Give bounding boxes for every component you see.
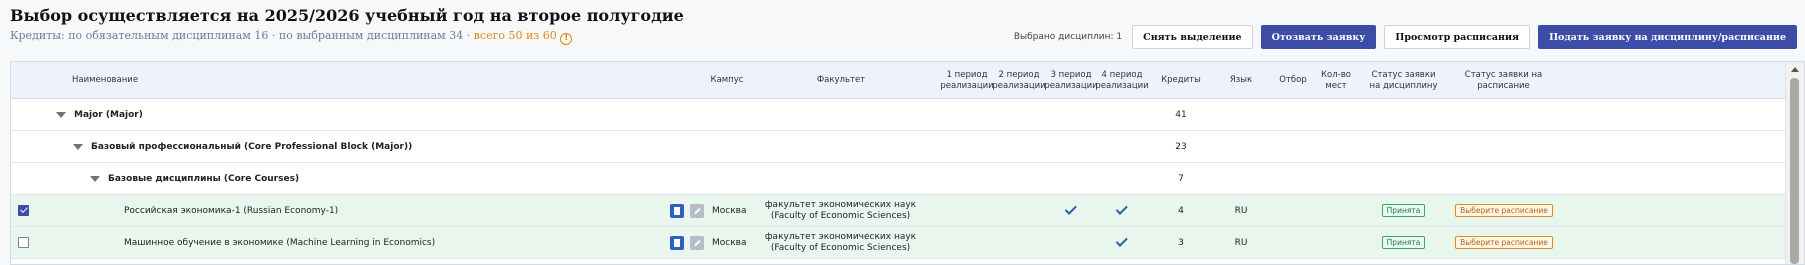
credits-total: всего 50 из 60 xyxy=(473,29,557,42)
vertical-scrollbar[interactable] xyxy=(1785,62,1804,264)
group-row[interactable]: Базовый профессиональный (Core Professio… xyxy=(11,131,1785,163)
language: RU xyxy=(1234,205,1248,216)
checkmark-icon xyxy=(1115,202,1128,215)
scroll-up-icon[interactable] xyxy=(1791,67,1799,72)
column-status-discipline[interactable]: Статус заявки на дисциплину xyxy=(1366,62,1441,99)
column-status-schedule[interactable]: Статус заявки на расписание xyxy=(1461,62,1546,99)
column-period-2[interactable]: 2 период реализации xyxy=(992,62,1045,99)
choose-schedule-badge[interactable]: Выберите расписание xyxy=(1455,236,1553,249)
status-schedule-cell: Выберите расписание xyxy=(1454,227,1554,258)
credits: 4 xyxy=(1178,205,1184,216)
submit-request-button[interactable]: Подать заявку на дисциплину/расписание xyxy=(1538,25,1797,49)
column-credits[interactable]: Кредиты xyxy=(1156,62,1206,99)
row-checkbox[interactable] xyxy=(18,205,29,216)
table-row[interactable]: Машинное обучение в экономике (Machine L… xyxy=(11,227,1785,259)
discipline-name[interactable]: Российская экономика-1 (Russian Economy-… xyxy=(124,195,338,226)
credits-text: Кредиты: по обязательным дисциплинам 16 … xyxy=(10,29,471,42)
page-header: Выбор осуществляется на 2025/2026 учебны… xyxy=(10,6,684,45)
status-badge: Принята xyxy=(1381,204,1426,217)
group-row[interactable]: Базовые дисциплины (Core Courses) 7 xyxy=(11,163,1785,195)
row-checkbox-cell xyxy=(18,195,29,226)
credits-summary: Кредиты: по обязательным дисциплинам 16 … xyxy=(10,29,684,45)
column-period-3[interactable]: 3 период реализации xyxy=(1044,62,1097,99)
caret-down-icon[interactable] xyxy=(73,143,83,150)
row-actions xyxy=(670,195,704,226)
caret-down-icon[interactable] xyxy=(56,111,66,118)
view-schedule-button[interactable]: Просмотр расписания xyxy=(1384,25,1531,49)
pin-icon[interactable] xyxy=(690,235,704,250)
group-label: Базовый профессиональный (Core Professio… xyxy=(91,141,413,152)
row-checkbox-cell xyxy=(18,227,29,258)
group-toggle[interactable]: Major (Major) xyxy=(56,99,143,130)
document-icon[interactable] xyxy=(670,203,684,218)
document-icon[interactable] xyxy=(670,235,684,250)
selected-count: Выбрано дисциплин: 1 xyxy=(1013,32,1123,42)
period-3-check xyxy=(1046,195,1096,226)
choose-schedule-badge[interactable]: Выберите расписание xyxy=(1455,204,1553,217)
period-4-check xyxy=(1096,227,1148,258)
clear-selection-button[interactable]: Снять выделение xyxy=(1132,25,1253,49)
page-title: Выбор осуществляется на 2025/2026 учебны… xyxy=(10,6,684,25)
status-schedule-cell: Выберите расписание xyxy=(1454,195,1554,226)
status-badge: Принята xyxy=(1381,236,1426,249)
group-toggle[interactable]: Базовые дисциплины (Core Courses) xyxy=(90,163,299,194)
discipline-name[interactable]: Машинное обучение в экономике (Machine L… xyxy=(124,227,435,258)
group-row[interactable]: Major (Major) 41 xyxy=(11,99,1785,131)
campus: Москва xyxy=(712,205,747,216)
column-period-4[interactable]: 4 период реализации xyxy=(1095,62,1148,99)
column-campus[interactable]: Кампус xyxy=(707,62,747,99)
withdraw-request-button[interactable]: Отозвать заявку xyxy=(1260,25,1377,49)
faculty: факультет экономических наук (Faculty of… xyxy=(764,231,917,253)
column-name[interactable]: Наименование xyxy=(72,62,138,99)
scrollbar-thumb[interactable] xyxy=(1790,78,1799,264)
table-header: Наименование Кампус Факультет 1 период р… xyxy=(11,62,1785,99)
group-label: Major (Major) xyxy=(74,109,143,120)
campus: Москва xyxy=(712,237,747,248)
checkmark-icon xyxy=(1115,234,1128,247)
row-checkbox[interactable] xyxy=(18,237,29,248)
row-actions xyxy=(670,227,704,258)
faculty: факультет экономических наук (Faculty of… xyxy=(764,199,917,221)
status-discipline-cell: Принята xyxy=(1366,195,1441,226)
period-4-check xyxy=(1096,195,1148,226)
checkmark-icon xyxy=(1064,202,1077,215)
column-selection[interactable]: Отбор xyxy=(1273,62,1313,99)
group-credits: 23 xyxy=(1175,141,1187,152)
caret-down-icon[interactable] xyxy=(90,175,100,182)
column-seats[interactable]: Кол-во мест xyxy=(1316,62,1356,99)
toolbar: Выбрано дисциплин: 1 Снять выделение Ото… xyxy=(1014,25,1797,49)
warning-icon[interactable]: ! xyxy=(560,33,573,45)
group-credits: 7 xyxy=(1178,173,1184,184)
group-label: Базовые дисциплины (Core Courses) xyxy=(108,173,300,184)
credits: 3 xyxy=(1178,237,1184,248)
language: RU xyxy=(1234,237,1248,248)
column-period-1[interactable]: 1 период реализации xyxy=(940,62,993,99)
status-discipline-cell: Принята xyxy=(1366,227,1441,258)
group-toggle[interactable]: Базовый профессиональный (Core Professio… xyxy=(73,131,412,162)
column-language[interactable]: Язык xyxy=(1221,62,1261,99)
table-row[interactable]: Российская экономика-1 (Russian Economy-… xyxy=(11,195,1785,227)
column-faculty[interactable]: Факультет xyxy=(791,62,891,99)
pin-icon[interactable] xyxy=(690,203,704,218)
group-credits: 41 xyxy=(1175,109,1187,120)
disciplines-table: Наименование Кампус Факультет 1 период р… xyxy=(10,61,1805,265)
